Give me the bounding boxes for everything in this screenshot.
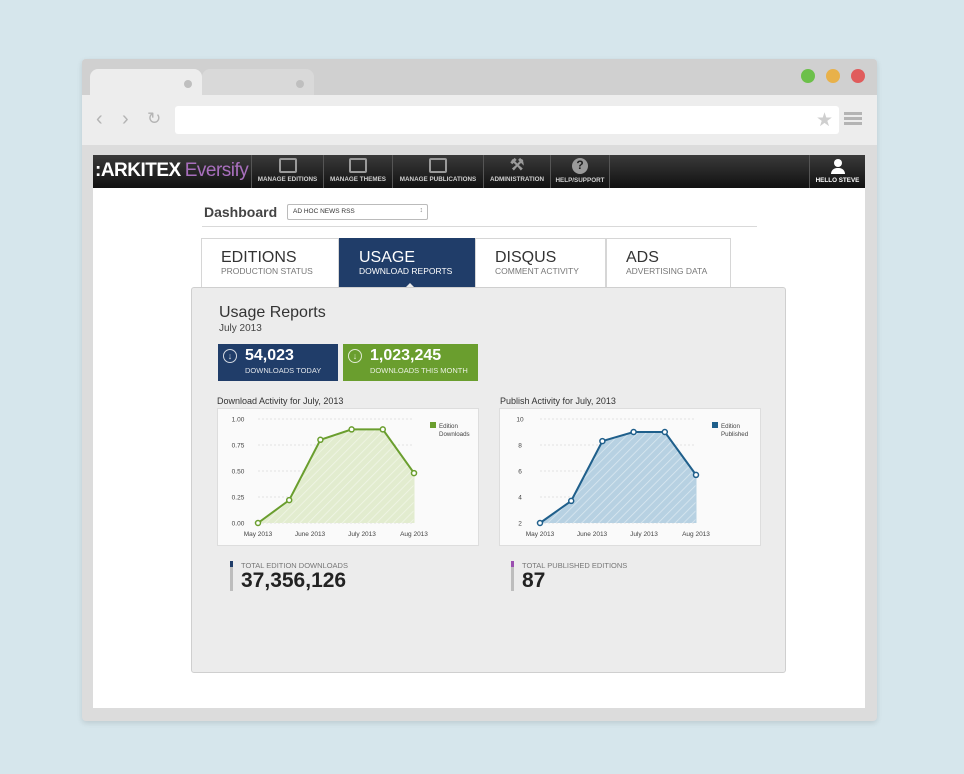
legend-label: Published (721, 431, 749, 438)
total-edition-downloads: TOTAL EDITION DOWNLOADS 37,356,126 (230, 561, 348, 592)
y-tick-label: 0.25 (232, 495, 245, 502)
area-fill (258, 429, 414, 523)
publication-select[interactable]: AD HOC NEWS RSS ↕ (287, 204, 428, 220)
maximize-button[interactable] (801, 69, 815, 83)
bookmark-star-icon[interactable]: ★ (816, 109, 833, 132)
browser-menu-icon[interactable] (844, 112, 862, 126)
publish-chart-svg: 10 8 6 4 2 May 2013 June 2013 July 2013 Aug 2013… (516, 417, 749, 539)
x-tick-label: May 2013 (244, 531, 273, 538)
x-tick-label: Aug 2013 (682, 531, 710, 538)
nav-manage-themes[interactable]: MANAGE THEMES (323, 155, 392, 188)
themes-icon (349, 158, 367, 173)
tab-usage[interactable]: USAGE DOWNLOAD REPORTS (339, 238, 475, 289)
tools-icon: ⚒ (509, 157, 525, 174)
x-tick-label: July 2013 (630, 531, 658, 538)
y-tick-label: 4 (518, 495, 522, 502)
download-icon: ↓ (348, 349, 362, 363)
browser-tab[interactable] (90, 69, 202, 95)
x-tick-label: June 2013 (295, 531, 326, 538)
close-button[interactable] (851, 69, 865, 83)
y-tick-label: 6 (518, 469, 522, 476)
data-point (254, 519, 262, 527)
forward-icon[interactable]: › (122, 109, 129, 129)
legend-label: Edition (721, 423, 740, 430)
publish-activity-chart: 10 8 6 4 2 May 2013 June 2013 July 2013 Aug 2013… (499, 408, 761, 546)
tab-close-icon[interactable] (296, 80, 304, 88)
x-tick-label: July 2013 (348, 531, 376, 538)
x-tick-label: June 2013 (577, 531, 608, 538)
tab-ads[interactable]: ADS ADVERTISING DATA (606, 238, 731, 288)
nav-administration[interactable]: ⚒ ADMINISTRATION (483, 155, 550, 188)
divider (202, 226, 757, 227)
nav-manage-publications[interactable]: MANAGE PUBLICATIONS (392, 155, 483, 188)
y-tick-label: 2 (518, 521, 522, 528)
page-viewport: :ARKITEX Eversify MANAGE EDITIONS MANAGE … (93, 155, 865, 708)
y-tick-label: 0.75 (232, 443, 245, 450)
data-point (661, 428, 669, 436)
download-chart-title: Download Activity for July, 2013 (217, 396, 344, 406)
download-icon: ↓ (223, 349, 237, 363)
publish-chart-title: Publish Activity for July, 2013 (500, 396, 616, 406)
app-navbar: :ARKITEX Eversify MANAGE EDITIONS MANAGE … (93, 155, 865, 188)
editions-icon (278, 158, 297, 173)
data-point (317, 436, 324, 444)
report-title: Usage Reports (219, 304, 326, 321)
nav-manage-editions[interactable]: MANAGE EDITIONS (251, 155, 323, 188)
data-point (348, 426, 355, 433)
legend-swatch (712, 422, 718, 428)
legend-label: Edition (439, 423, 458, 430)
publications-icon (429, 158, 447, 173)
legend-label: Downloads (439, 431, 470, 438)
total-published-editions: TOTAL PUBLISHED EDITIONS 87 (511, 561, 627, 592)
data-point (410, 469, 418, 477)
data-point (379, 426, 387, 433)
arkitex-logo[interactable]: :ARKITEX Eversify (95, 160, 249, 182)
data-point (692, 471, 700, 479)
user-avatar-icon (833, 159, 842, 167)
downloads-month-stat: ↓ 1,023,245 DOWNLOADS THIS MONTH (343, 344, 478, 381)
y-tick-label: 10 (516, 417, 524, 424)
y-tick-label: 8 (518, 443, 522, 450)
download-activity-chart: 1.00 0.75 0.50 0.25 0.00 May 2013 June 2013 Jul… (217, 408, 479, 546)
report-period: July 2013 (219, 323, 262, 334)
tab-editions[interactable]: EDITIONS PRODUCTION STATUS (201, 238, 339, 288)
browser-tab[interactable] (202, 69, 314, 95)
help-icon: ? (572, 158, 588, 174)
nav-help-support[interactable]: ? HELP/SUPPORT (550, 155, 610, 188)
y-tick-label: 0.00 (232, 521, 245, 528)
data-point (567, 497, 575, 505)
downloads-today-stat: ↓ 54,023 DOWNLOADS TODAY (218, 344, 338, 381)
area-fill (540, 432, 696, 523)
x-tick-label: May 2013 (526, 531, 555, 538)
data-point (599, 437, 606, 445)
download-chart-svg: 1.00 0.75 0.50 0.25 0.00 May 2013 June 2013 Jul… (232, 417, 470, 539)
user-menu[interactable]: HELLO STEVE (809, 155, 865, 188)
legend-swatch (430, 422, 436, 428)
tab-disqus[interactable]: DISQUS COMMENT ACTIVITY (475, 238, 606, 288)
back-icon[interactable]: ‹ (96, 109, 103, 129)
usage-report-panel: Usage Reports July 2013 ↓ 54,023 DOWNLOA… (191, 287, 786, 673)
select-arrows-icon: ↕ (419, 207, 424, 214)
x-tick-label: Aug 2013 (400, 531, 428, 538)
browser-tabbar (82, 59, 877, 95)
tab-close-icon[interactable] (184, 80, 192, 88)
address-bar[interactable]: ★ (175, 106, 839, 134)
browser-toolbar: ‹ › ↻ ★ (82, 95, 877, 145)
minimize-button[interactable] (826, 69, 840, 83)
y-tick-label: 0.50 (232, 469, 245, 476)
y-tick-label: 1.00 (232, 417, 245, 424)
data-point (630, 428, 637, 436)
page-title: Dashboard (204, 204, 278, 220)
data-point (536, 519, 544, 527)
reload-icon[interactable]: ↻ (147, 109, 161, 129)
data-point (285, 496, 293, 504)
